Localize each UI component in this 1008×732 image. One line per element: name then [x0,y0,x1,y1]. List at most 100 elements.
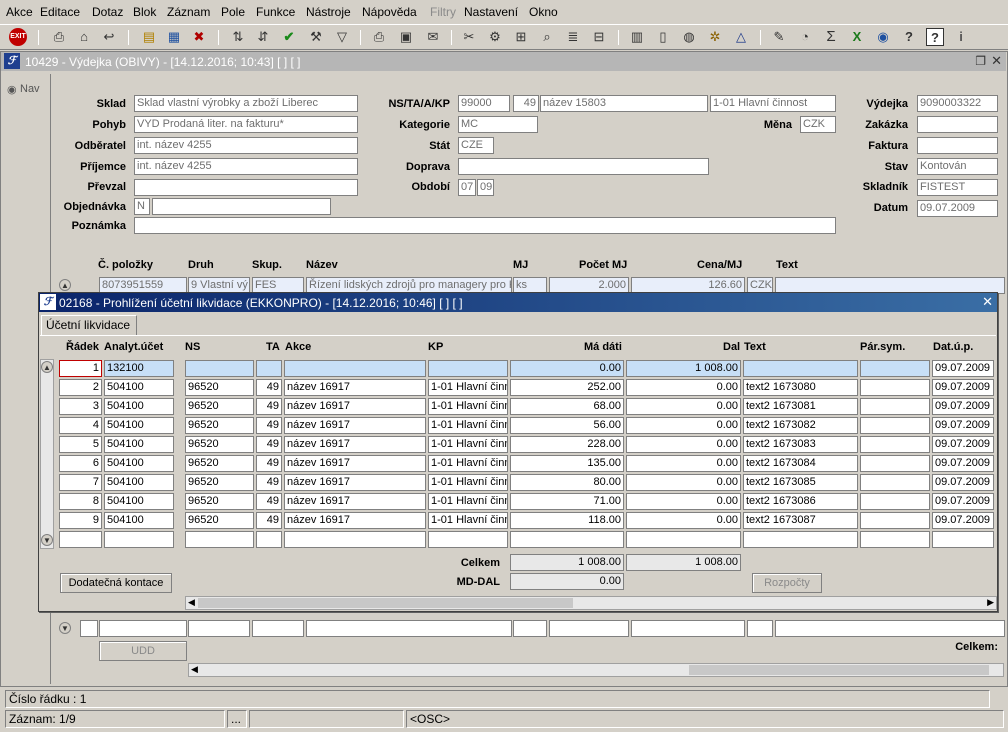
search-icon[interactable]: ⌕ [538,28,556,46]
dlg-cell-radek[interactable]: 8 [59,493,102,510]
dlg-cell-akce[interactable]: název 16917 [284,417,426,434]
clipboard-icon[interactable]: ▥ [628,28,646,46]
gauge-icon[interactable]: ◔ [796,28,814,46]
dlg-cell-analyt-ucet[interactable]: 504100 [104,379,174,396]
menu-pole[interactable]: Pole [221,5,245,19]
dlg-cell-kp[interactable]: 1-01 Hlavní činn [428,436,508,453]
dlg-cell-ta[interactable]: 49 [256,512,282,529]
chart-icon[interactable]: △ [732,28,750,46]
exit-icon[interactable]: EXIT [9,28,27,46]
tab-ucetni-likvidace[interactable]: Účetní likvidace [41,315,137,336]
dlg-cell-ma-dati[interactable]: 0.00 [510,360,624,377]
wrench-icon[interactable]: ⚒ [307,28,325,46]
dlg-empty-cell[interactable] [59,531,102,548]
items-empty-cell[interactable] [80,620,98,637]
dlg-hscrollbar[interactable]: ◀ ▶ [185,596,997,610]
home-icon[interactable]: ⌂ [75,28,93,46]
excel-icon[interactable]: X [848,28,866,46]
dlg-empty-cell[interactable] [284,531,426,548]
preview-icon[interactable]: ▣ [397,28,415,46]
dlg-cell-dat-up[interactable]: 09.07.2009 [932,474,994,491]
dlg-cell-akce[interactable]: název 16917 [284,379,426,396]
dlg-empty-cell[interactable] [626,531,741,548]
dlg-cell-akce[interactable]: název 16917 [284,512,426,529]
hierarchy-icon[interactable]: ⊟ [590,28,608,46]
menu-editace[interactable]: Editace [40,5,80,19]
prevzal-field[interactable] [134,179,358,196]
dlg-cell-analyt-ucet[interactable]: 504100 [104,493,174,510]
dlg-cell-radek[interactable]: 2 [59,379,102,396]
ns-field[interactable]: 99000 [458,95,510,112]
dlg-cell-text[interactable]: text2 1673084 [743,455,858,472]
menu-zaznam[interactable]: Záznam [167,5,210,19]
vydejka-field[interactable]: 9090003322 [917,95,998,112]
dlg-empty-cell[interactable] [428,531,508,548]
dlg-cell-par-sym[interactable] [860,379,930,396]
dlg-cell-analyt-ucet[interactable]: 504100 [104,398,174,415]
prijemce-field[interactable]: int. název 4255 [134,158,358,175]
sort-asc-icon[interactable]: ⇅ [229,28,247,46]
dlg-cell-ma-dati[interactable]: 80.00 [510,474,624,491]
dlg-scroll-down-icon[interactable]: ▼ [41,534,53,546]
dlg-cell-dal[interactable]: 0.00 [626,417,741,434]
dlg-cell-ns[interactable]: 96520 [185,512,254,529]
dlg-scroll-up-icon[interactable]: ▲ [41,361,53,373]
akce-field[interactable]: název 15803 [540,95,708,112]
nav-radio-icon[interactable]: ◉ [7,83,17,96]
dlg-cell-par-sym[interactable] [860,360,930,377]
dlg-cell-ns[interactable]: 96520 [185,455,254,472]
dlg-cell-dat-up[interactable]: 09.07.2009 [932,493,994,510]
dlg-cell-text[interactable] [743,360,858,377]
dlg-cell-radek[interactable]: 6 [59,455,102,472]
dlg-cell-ta[interactable]: 49 [256,379,282,396]
items-empty-cell[interactable] [549,620,629,637]
zakazka-field[interactable] [917,116,998,133]
menu-napoveda[interactable]: Nápověda [362,5,417,19]
sklad-field[interactable]: Sklad vlastní výrobky a zboží Liberec [134,95,358,112]
dlg-cell-ns[interactable]: 96520 [185,436,254,453]
mena-field[interactable]: CZK [800,116,836,133]
dlg-cell-analyt-ucet[interactable]: 504100 [104,436,174,453]
dlg-cell-ns[interactable]: 96520 [185,474,254,491]
dlg-cell-ma-dati[interactable]: 56.00 [510,417,624,434]
dlg-cell-text[interactable]: text2 1673082 [743,417,858,434]
dlg-cell-text[interactable]: text2 1673085 [743,474,858,491]
help-context-icon[interactable]: ? [926,28,944,46]
dlg-cell-ns[interactable]: 96520 [185,398,254,415]
dlg-cell-kp[interactable]: 1-01 Hlavní činn [428,398,508,415]
kp-field[interactable]: 1-01 Hlavní činnost [710,95,836,112]
stav-field[interactable]: Kontován [917,158,998,175]
print-icon[interactable]: ⎙ [50,28,68,46]
dlg-cell-akce[interactable]: název 16917 [284,455,426,472]
menu-blok[interactable]: Blok [133,5,156,19]
cut-icon[interactable]: ✂ [460,28,478,46]
dlg-cell-par-sym[interactable] [860,474,930,491]
dlg-cell-ns[interactable]: 96520 [185,379,254,396]
dlg-cell-ta[interactable]: 49 [256,417,282,434]
dlg-cell-analyt-ucet[interactable]: 504100 [104,474,174,491]
kategorie-field[interactable]: MC [458,116,538,133]
dlg-cell-radek[interactable]: 7 [59,474,102,491]
dlg-empty-cell[interactable] [932,531,994,548]
dlg-scroll-left-icon[interactable]: ◀ [188,597,195,608]
dlg-cell-par-sym[interactable] [860,512,930,529]
dlg-cell-ns[interactable]: 96520 [185,493,254,510]
pohyb-field[interactable]: VYD Prodaná liter. na fakturu* [134,116,358,133]
dlg-cell-dat-up[interactable]: 09.07.2009 [932,512,994,529]
faktura-field[interactable] [917,137,998,154]
items-scroll-down-icon[interactable]: ▼ [59,622,71,634]
items-empty-cell[interactable] [188,620,250,637]
restore-icon[interactable]: ❐ [975,54,986,68]
dlg-cell-dal[interactable]: 0.00 [626,436,741,453]
menu-okno[interactable]: Okno [529,5,558,19]
dlg-cell-text[interactable]: text2 1673080 [743,379,858,396]
undo-icon[interactable]: ↩ [100,28,118,46]
dlg-cell-dat-up[interactable]: 09.07.2009 [932,436,994,453]
dlg-cell-text[interactable]: text2 1673086 [743,493,858,510]
dlg-cell-ns[interactable] [185,360,254,377]
items-scroll-up-icon[interactable]: ▲ [59,279,71,291]
dlg-cell-ma-dati[interactable]: 71.00 [510,493,624,510]
dlg-empty-cell[interactable] [743,531,858,548]
dialog-close-icon[interactable]: ✕ [982,294,993,310]
dlg-cell-par-sym[interactable] [860,398,930,415]
